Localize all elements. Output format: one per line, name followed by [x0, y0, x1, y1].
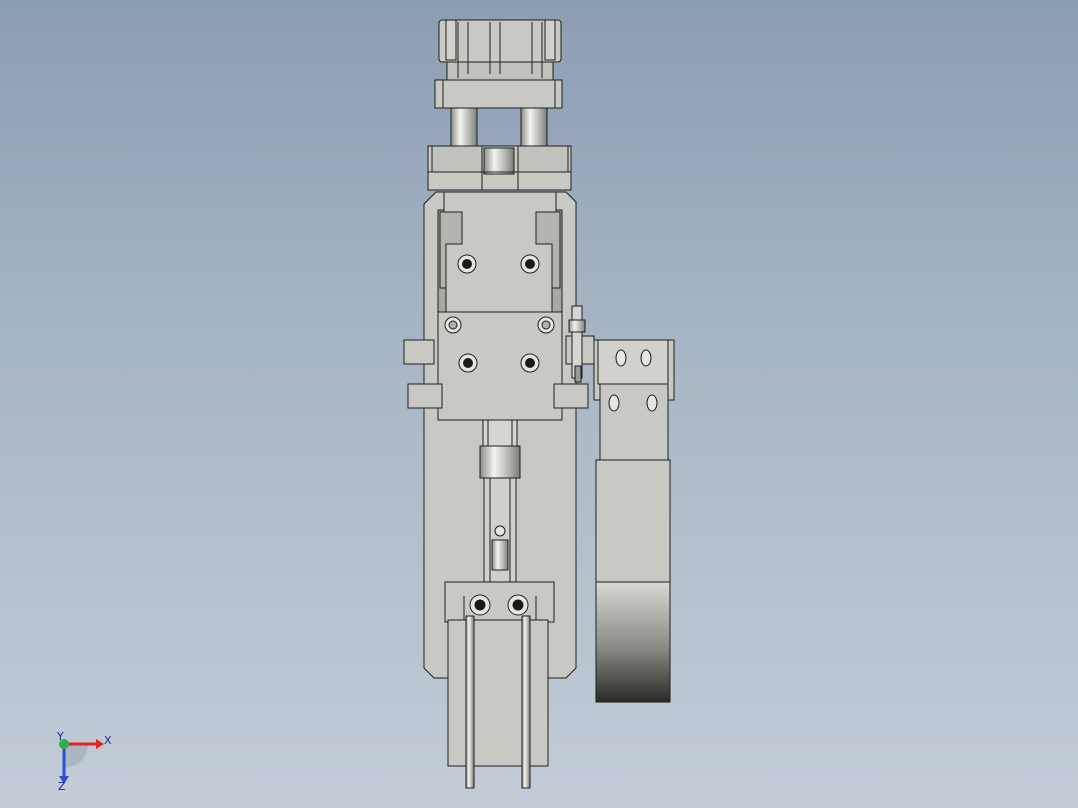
triad-y-label: Y [56, 730, 64, 743]
side-tab-left-lower [407, 383, 443, 409]
slide-carriage [437, 191, 563, 421]
center-shaft [479, 419, 521, 583]
assembly [403, 19, 675, 789]
triad-z-label: Z [58, 780, 66, 793]
drum [595, 581, 671, 703]
upper-block [434, 79, 563, 109]
side-tab-left-upper [403, 339, 435, 365]
cad-model-drawing[interactable]: X Y Z [0, 0, 1078, 808]
top-cap [438, 19, 562, 81]
guide-rod-right [520, 107, 548, 149]
cad-viewport[interactable]: X Y Z [0, 0, 1078, 808]
triad-x-label: X [104, 734, 112, 747]
coordinate-triad[interactable]: X Y Z [56, 730, 112, 793]
lower-clamp [444, 581, 555, 789]
side-bracket [593, 339, 675, 703]
upper-plate [427, 145, 572, 191]
guide-rod-left [450, 107, 478, 149]
side-tab-right-lower [553, 383, 589, 409]
